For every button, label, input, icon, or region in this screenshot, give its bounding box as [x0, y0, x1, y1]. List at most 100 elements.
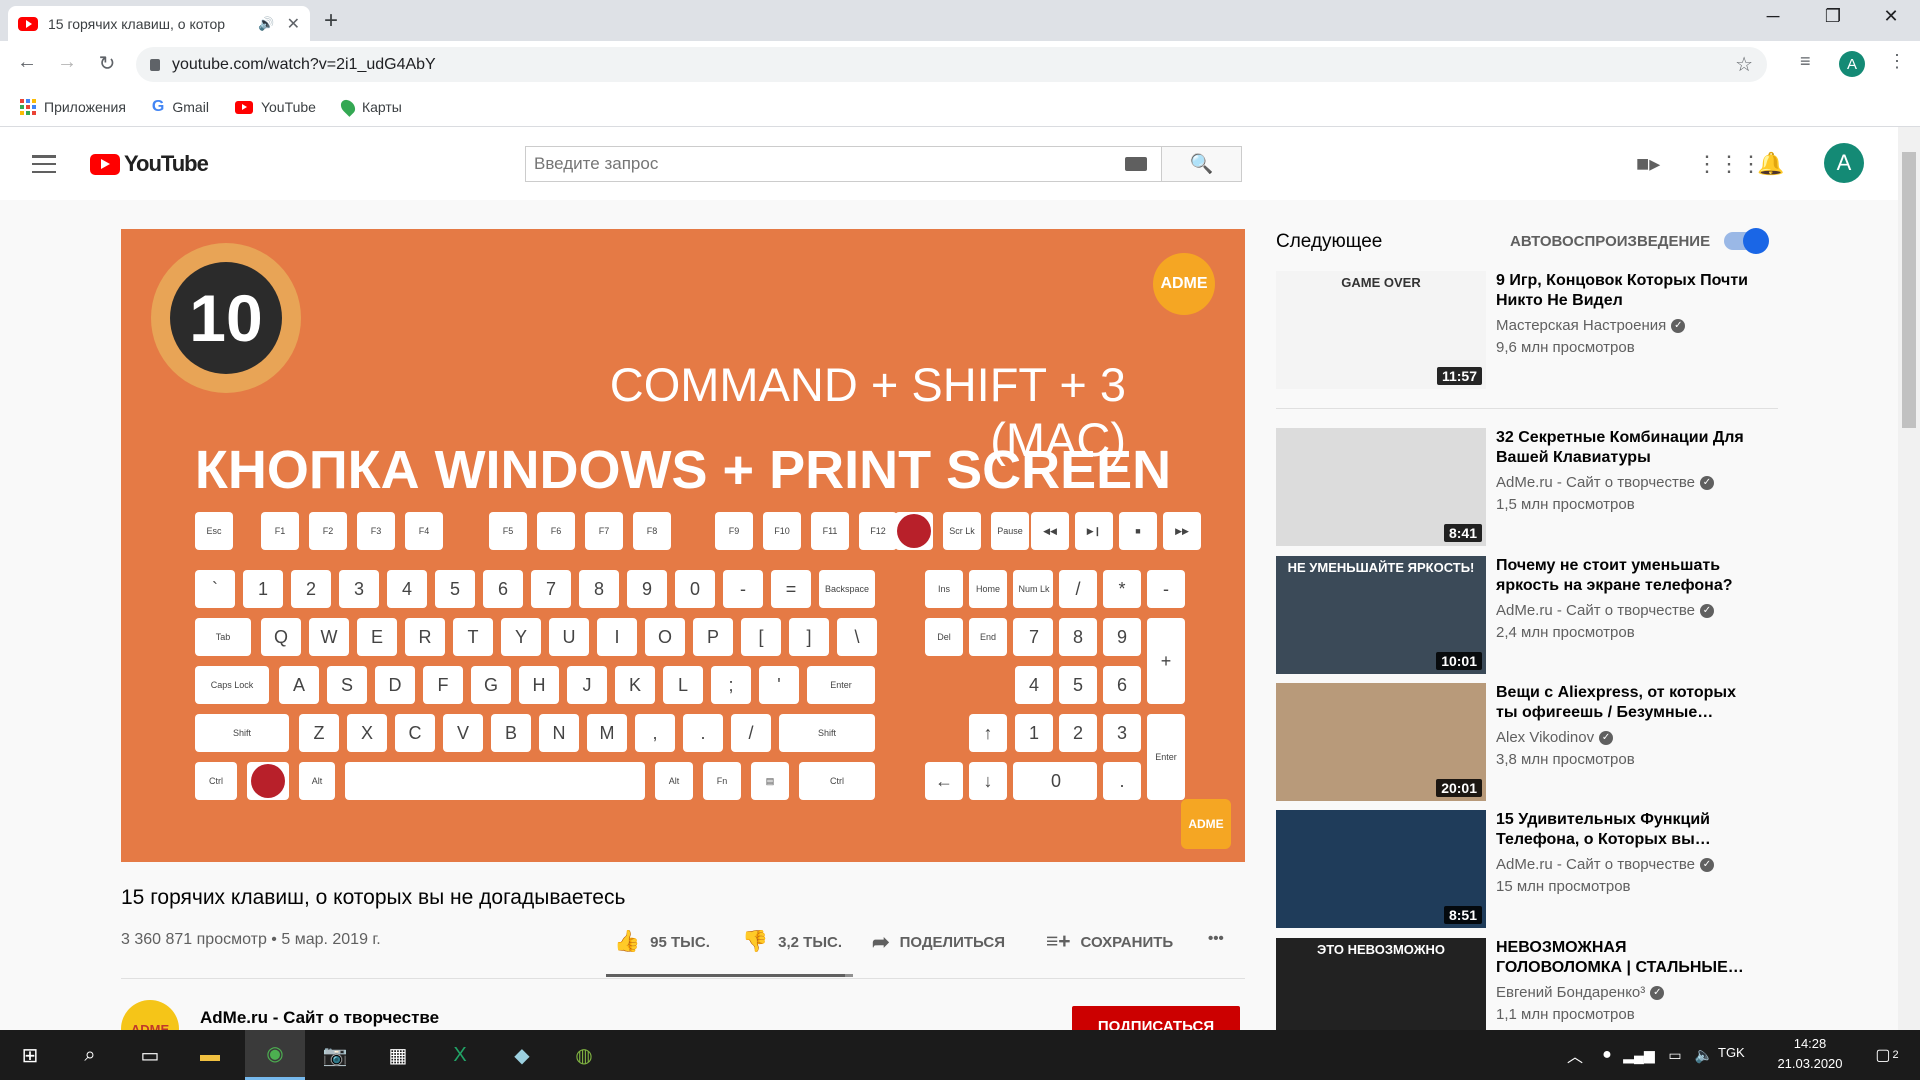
recommended-title[interactable]: 15 Удивительных Функций Телефона, о Кото… — [1496, 810, 1756, 850]
user-avatar[interactable]: A — [1824, 143, 1864, 183]
forward-button[interactable]: → — [52, 51, 82, 74]
recommended-channel[interactable]: Alex Vikodinov ✓ — [1496, 729, 1614, 746]
recommended-title[interactable]: Почему не стоит уменьшать яркость на экр… — [1496, 556, 1756, 596]
camera-button[interactable]: 📷 — [305, 1030, 365, 1080]
recommended-channel[interactable]: Евгений Бондаренко³ ✓ — [1496, 984, 1665, 1001]
lock-icon — [150, 58, 160, 71]
bookmark-gmail[interactable]: G Gmail — [152, 98, 209, 116]
keyboard-key: U — [549, 618, 589, 656]
keyboard-key — [247, 762, 289, 800]
thumbnail-caption: НЕ УМЕНЬШАЙТЕ ЯРКОСТЬ! — [1287, 560, 1475, 575]
keyboard-key: 5 — [1059, 666, 1097, 704]
apps-grid-icon — [20, 99, 36, 115]
more-actions-button[interactable]: ••• — [1208, 930, 1224, 947]
browser-menu-icon[interactable]: ⋮ — [1888, 51, 1906, 72]
excel-button[interactable]: X — [430, 1030, 490, 1080]
recommended-title[interactable]: Вещи с Aliexpress, от которых ты офигееш… — [1496, 683, 1756, 723]
recommended-channel[interactable]: AdMe.ru - Сайт о творчестве ✓ — [1496, 474, 1714, 491]
back-button[interactable]: ← — [12, 51, 42, 74]
video-thumbnail[interactable]: 20:01 — [1276, 683, 1486, 801]
search-button[interactable]: 🔍 — [1161, 147, 1241, 181]
bookmark-maps[interactable]: Карты — [338, 97, 402, 117]
video-thumbnail[interactable]: 8:51 — [1276, 810, 1486, 928]
recommended-video[interactable]: GAME OVER 11:57 9 Игр, Концовок Которых По… — [1276, 271, 1776, 389]
recommended-channel[interactable]: AdMe.ru - Сайт о творчестве ✓ — [1496, 602, 1714, 619]
network-status-icon[interactable]: ● — [1592, 1030, 1622, 1080]
keyboard-key: 9 — [627, 570, 667, 608]
signal-icon[interactable]: ▂▄▆ — [1623, 1030, 1654, 1080]
profile-avatar[interactable]: A — [1839, 51, 1865, 77]
hamburger-menu-icon[interactable] — [32, 155, 56, 173]
recommended-video[interactable]: НЕ УМЕНЬШАЙТЕ ЯРКОСТЬ! 10:01 Почему не сто… — [1276, 556, 1776, 674]
address-bar[interactable]: youtube.com/watch?v=2i1_udG4AbY ☆ — [136, 47, 1767, 82]
app-button[interactable]: ◆ — [492, 1030, 552, 1080]
recommended-video[interactable]: 8:41 32 Секретные Комбинации Для Вашей Кл… — [1276, 428, 1776, 546]
save-button[interactable]: ≡+ СОХРАНИТЬ — [1046, 930, 1173, 954]
keyboard-key: 5 — [435, 570, 475, 608]
bookmark-apps[interactable]: Приложения — [20, 99, 126, 115]
keyboard-key: ; — [711, 666, 751, 704]
maximize-button[interactable]: ❐ — [1810, 6, 1856, 27]
action-center-button[interactable]: ▢ 2 — [1862, 1030, 1912, 1080]
channel-label: AdMe.ru - Сайт о творчестве — [1496, 856, 1695, 873]
new-tab-button[interactable]: + — [324, 7, 338, 35]
notifications-bell-icon[interactable]: 🔔 — [1757, 151, 1784, 177]
keyboard-key: R — [405, 618, 445, 656]
search-taskbar-button[interactable]: ⌕ — [60, 1030, 120, 1080]
bookmark-youtube[interactable]: YouTube — [234, 99, 316, 115]
keyboard-key — [345, 762, 645, 800]
file-explorer-button[interactable]: ▬ — [180, 1030, 240, 1080]
browser-title-bar: 15 горячих клавиш, о котор 🔊 ✕ + ─ ❐ ✕ — [0, 0, 1920, 41]
keyboard-key: / — [1059, 570, 1097, 608]
start-button[interactable]: ⊞ — [0, 1030, 60, 1080]
video-thumbnail[interactable]: GAME OVER 11:57 — [1276, 271, 1486, 389]
recommended-channel[interactable]: AdMe.ru - Сайт о творчестве ✓ — [1496, 856, 1714, 873]
youtube-logo[interactable]: YouTube — [90, 151, 209, 177]
keyboard-key: F6 — [537, 512, 575, 550]
close-window-button[interactable]: ✕ — [1868, 6, 1914, 27]
search-input[interactable] — [526, 147, 1111, 181]
scrollbar-thumb[interactable] — [1902, 152, 1916, 428]
task-view-button[interactable]: ▭ — [120, 1030, 180, 1080]
dislike-button[interactable]: 👎 3,2 ТЫС. — [742, 930, 842, 954]
apps-icon[interactable]: ⋮⋮⋮ — [1696, 151, 1762, 177]
bookmark-star-icon[interactable]: ☆ — [1735, 52, 1753, 77]
language-indicator[interactable]: TGK — [1718, 1045, 1745, 1060]
media-control-icon[interactable]: ≡ — [1800, 51, 1811, 72]
clock-time: 14:28 — [1793, 1036, 1827, 1051]
browser-toolbar: ← → ↻ youtube.com/watch?v=2i1_udG4AbY ☆ … — [0, 41, 1920, 88]
like-button[interactable]: 👍 95 ТЫС. — [614, 930, 710, 954]
video-player[interactable]: 10 ADME COMMAND + SHIFT + 3 (MAC) КНОПКА… — [121, 229, 1245, 862]
battery-icon[interactable]: ▭ — [1660, 1030, 1690, 1080]
close-tab-icon[interactable]: ✕ — [287, 14, 300, 34]
calculator-button[interactable]: ▦ — [368, 1030, 428, 1080]
system-clock[interactable]: 14:28 21.03.2020 — [1770, 1034, 1850, 1074]
browser-tab[interactable]: 15 горячих клавиш, о котор 🔊 ✕ — [8, 6, 310, 41]
chrome-taskbar-button[interactable]: ◉ — [245, 1030, 305, 1080]
globe-app-button[interactable]: ◍ — [554, 1030, 614, 1080]
minimize-button[interactable]: ─ — [1750, 6, 1796, 27]
channel-name[interactable]: AdMe.ru - Сайт о творчестве — [200, 1008, 439, 1028]
keyboard-key: E — [357, 618, 397, 656]
video-thumbnail[interactable]: 8:41 — [1276, 428, 1486, 546]
tray-overflow-icon[interactable]: ︿ — [1560, 1030, 1590, 1080]
recommended-channel[interactable]: Мастерская Настроения ✓ — [1496, 317, 1686, 334]
reload-button[interactable]: ↻ — [92, 51, 122, 76]
volume-icon[interactable]: 🔈 — [1690, 1030, 1718, 1080]
keyboard-key: 0 — [675, 570, 715, 608]
video-duration: 10:01 — [1436, 652, 1482, 670]
keyboard-icon[interactable] — [1125, 157, 1147, 171]
create-video-icon[interactable]: ■▸ — [1636, 151, 1660, 177]
recommended-video[interactable]: 20:01 Вещи с Aliexpress, от которых ты оф… — [1276, 683, 1776, 801]
recommended-title[interactable]: НЕВОЗМОЖНАЯ ГОЛОВОЛОМКА | СТАЛЬНЫЕ… — [1496, 938, 1756, 978]
autoplay-label: АВТОВОСПРОИЗВЕДЕНИЕ — [1510, 233, 1711, 250]
channel-label: Мастерская Настроения — [1496, 317, 1667, 334]
recommended-video[interactable]: 8:51 15 Удивительных Функций Телефона, о … — [1276, 810, 1776, 928]
share-button[interactable]: ➦ ПОДЕЛИТЬСЯ — [872, 930, 1005, 955]
video-thumbnail[interactable]: НЕ УМЕНЬШАЙТЕ ЯРКОСТЬ! 10:01 — [1276, 556, 1486, 674]
audio-playing-icon[interactable]: 🔊 — [258, 16, 274, 32]
recommended-title[interactable]: 9 Игр, Концовок Которых Почти Никто Не В… — [1496, 271, 1756, 311]
recommended-title[interactable]: 32 Секретные Комбинации Для Вашей Клавиа… — [1496, 428, 1756, 468]
calculator-icon: ▦ — [388, 1044, 408, 1067]
autoplay-toggle[interactable] — [1724, 228, 1769, 254]
